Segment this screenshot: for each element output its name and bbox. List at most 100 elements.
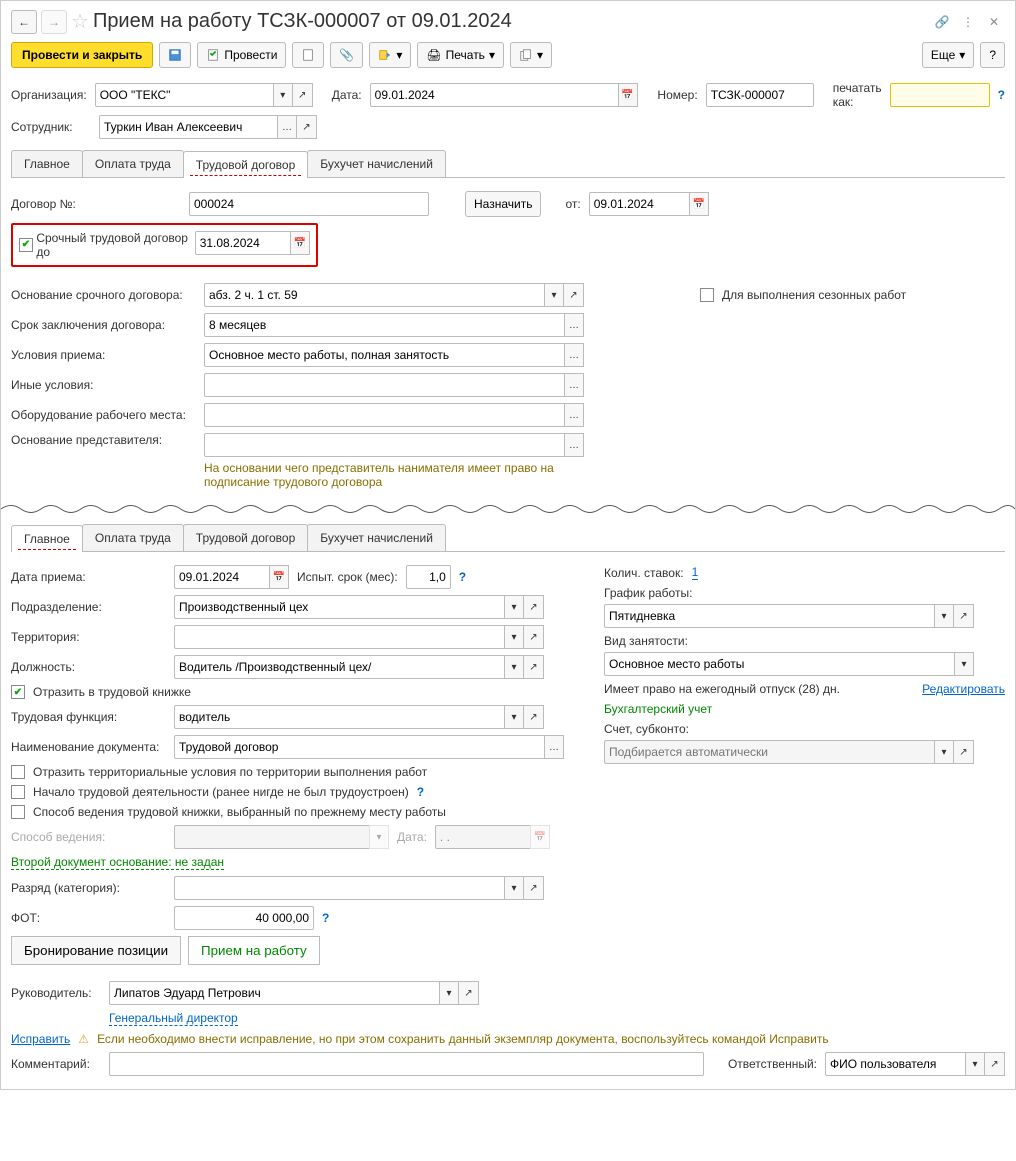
dropdown-icon[interactable]: ▾ <box>504 625 524 649</box>
tab-contract-lower[interactable]: Трудовой договор <box>183 524 308 551</box>
dropdown-icon[interactable]: ▾ <box>504 705 524 729</box>
manager-input[interactable] <box>109 981 439 1005</box>
hire-button[interactable]: Прием на работу <box>188 936 320 965</box>
open-icon[interactable]: ↗ <box>985 1052 1005 1076</box>
employment-input[interactable] <box>604 652 954 676</box>
calendar-icon[interactable]: 📅 <box>618 83 638 107</box>
link-icon[interactable]: 🔗 <box>931 11 953 33</box>
reflect-checkbox[interactable]: ✔ <box>11 685 25 699</box>
print-button[interactable]: 🖨 Печать ▾ <box>417 42 504 68</box>
fot-input[interactable] <box>174 906 314 930</box>
term-input[interactable] <box>204 313 564 337</box>
account-input[interactable] <box>604 740 934 764</box>
open-icon[interactable]: ↗ <box>524 876 544 900</box>
open-icon[interactable]: ↗ <box>293 83 313 107</box>
date-input[interactable] <box>370 83 618 107</box>
actions-button[interactable]: ▾ <box>369 42 411 68</box>
ellipsis-icon[interactable]: … <box>564 313 584 337</box>
basis-input[interactable] <box>204 283 544 307</box>
tab-main-lower[interactable]: Главное <box>11 525 83 552</box>
rates-link[interactable]: 1 <box>692 565 699 580</box>
urgent-date-input[interactable] <box>195 231 290 255</box>
func-input[interactable] <box>174 705 504 729</box>
tab-payment[interactable]: Оплата труда <box>82 150 184 177</box>
tab-contract[interactable]: Трудовой договор <box>183 151 308 178</box>
dropdown-icon[interactable]: ▾ <box>273 83 293 107</box>
booking-button[interactable]: Бронирование позиции <box>11 936 181 965</box>
more-button[interactable]: Еще ▾ <box>922 42 974 68</box>
save-button[interactable] <box>159 42 191 68</box>
book-method-checkbox[interactable] <box>11 805 25 819</box>
open-icon[interactable]: ↗ <box>524 705 544 729</box>
org-input[interactable] <box>95 83 273 107</box>
calendar-icon[interactable]: 📅 <box>269 565 289 589</box>
open-icon[interactable]: ↗ <box>459 981 479 1005</box>
menu-icon[interactable]: ⋮ <box>957 11 979 33</box>
responsible-input[interactable] <box>825 1052 965 1076</box>
manager-title-link[interactable]: Генеральный директор <box>109 1011 238 1026</box>
contract-num-input[interactable] <box>189 192 429 216</box>
dropdown-icon[interactable]: ▾ <box>504 655 524 679</box>
rep-input[interactable] <box>204 433 564 457</box>
open-icon[interactable]: ↗ <box>524 595 544 619</box>
star-icon[interactable]: ☆ <box>71 9 89 34</box>
close-icon[interactable]: ✕ <box>983 11 1005 33</box>
second-doc-link[interactable]: Второй документ основание: не задан <box>11 855 224 870</box>
fix-link[interactable]: Исправить <box>11 1032 70 1046</box>
tab-accounting[interactable]: Бухучет начислений <box>307 150 446 177</box>
attach-button[interactable]: 📎 <box>330 42 363 68</box>
probation-input[interactable] <box>406 565 451 589</box>
from-date-input[interactable] <box>589 192 689 216</box>
employee-input[interactable] <box>99 115 277 139</box>
other-input[interactable] <box>204 373 564 397</box>
help-icon[interactable]: ? <box>417 785 424 799</box>
ellipsis-icon[interactable]: … <box>564 373 584 397</box>
dropdown-icon[interactable]: ▾ <box>504 595 524 619</box>
equip-input[interactable] <box>204 403 564 427</box>
edit-link[interactable]: Редактировать <box>922 682 1005 696</box>
dropdown-icon[interactable]: ▾ <box>934 740 954 764</box>
open-icon[interactable]: ↗ <box>954 604 974 628</box>
ellipsis-icon[interactable]: … <box>277 115 297 139</box>
grade-input[interactable] <box>174 876 504 900</box>
open-icon[interactable]: ↗ <box>524 625 544 649</box>
hire-date-input[interactable] <box>174 565 269 589</box>
calendar-icon[interactable]: 📅 <box>290 231 310 255</box>
nav-back-button[interactable]: ← <box>11 10 37 34</box>
comment-input[interactable] <box>109 1052 704 1076</box>
schedule-input[interactable] <box>604 604 934 628</box>
ellipsis-icon[interactable]: … <box>544 735 564 759</box>
nav-forward-button[interactable]: → <box>41 10 67 34</box>
tab-main[interactable]: Главное <box>11 150 83 177</box>
dropdown-icon[interactable]: ▾ <box>439 981 459 1005</box>
dropdown-icon[interactable]: ▾ <box>544 283 564 307</box>
copy-button[interactable]: ▾ <box>510 42 552 68</box>
first-job-checkbox[interactable] <box>11 785 25 799</box>
territory-input[interactable] <box>174 625 504 649</box>
doc-button[interactable] <box>292 42 324 68</box>
help-icon[interactable]: ? <box>998 88 1005 102</box>
urgent-checkbox[interactable]: ✔ <box>19 238 33 252</box>
number-input[interactable] <box>706 83 814 107</box>
help-icon[interactable]: ? <box>459 570 466 584</box>
ellipsis-icon[interactable]: … <box>564 343 584 367</box>
ellipsis-icon[interactable]: … <box>564 433 584 457</box>
dept-input[interactable] <box>174 595 504 619</box>
dropdown-icon[interactable]: ▾ <box>954 652 974 676</box>
post-button[interactable]: Провести <box>197 42 286 68</box>
ellipsis-icon[interactable]: … <box>564 403 584 427</box>
open-icon[interactable]: ↗ <box>564 283 584 307</box>
help-icon[interactable]: ? <box>322 911 329 925</box>
territorial-checkbox[interactable] <box>11 765 25 779</box>
tab-payment-lower[interactable]: Оплата труда <box>82 524 184 551</box>
dropdown-icon[interactable]: ▾ <box>504 876 524 900</box>
open-icon[interactable]: ↗ <box>297 115 317 139</box>
assign-button[interactable]: Назначить <box>465 191 541 217</box>
seasonal-checkbox[interactable] <box>700 288 714 302</box>
print-as-input[interactable] <box>890 83 990 107</box>
open-icon[interactable]: ↗ <box>524 655 544 679</box>
position-input[interactable] <box>174 655 504 679</box>
post-and-close-button[interactable]: Провести и закрыть <box>11 42 153 68</box>
tab-accounting-lower[interactable]: Бухучет начислений <box>307 524 446 551</box>
help-button[interactable]: ? <box>980 42 1005 68</box>
